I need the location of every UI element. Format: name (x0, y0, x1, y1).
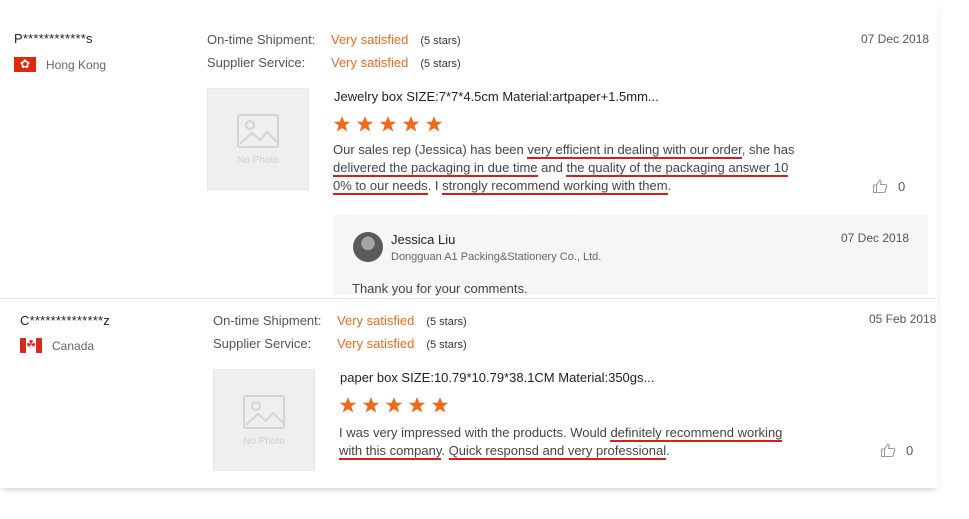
rating-label: On-time Shipment: (207, 32, 316, 47)
buyer-name: C**************z (20, 313, 110, 328)
image-placeholder-icon (237, 113, 279, 148)
buyer-name: P************s (14, 31, 93, 46)
canada-flag-icon (20, 337, 42, 354)
rating-stars-text: (5 stars) (426, 316, 467, 328)
rating-stars-text: (5 stars) (420, 35, 461, 47)
rating-stars-text: (5 stars) (420, 58, 461, 70)
rating-on-time-shipment: On-time Shipment: Very satisfied (5 star… (213, 313, 467, 328)
star-icon (379, 116, 397, 132)
reply-author-name: Jessica Liu (391, 232, 456, 247)
helpful-count: 0 (906, 442, 914, 458)
no-photo-label: No Photo (237, 154, 279, 166)
review-star-rating (333, 115, 448, 133)
star-icon (408, 397, 426, 413)
review-date: 05 Feb 2018 (869, 312, 937, 326)
star-icon (425, 116, 443, 132)
rating-value: Very satisfied (331, 32, 409, 47)
product-photo-placeholder[interactable]: No Photo (207, 88, 309, 190)
no-photo-label: No Photo (243, 435, 285, 447)
star-icon (333, 116, 351, 132)
thumbs-up-icon (872, 179, 888, 194)
helpful-button[interactable]: 0 (880, 442, 913, 458)
star-icon (402, 116, 420, 132)
review-text: Our sales rep (Jessica) has been very ef… (333, 142, 795, 195)
helpful-count: 0 (898, 178, 906, 194)
rating-value: Very satisfied (337, 336, 415, 351)
review-star-rating (339, 396, 454, 414)
star-icon (339, 397, 357, 413)
review-date: 07 Dec 2018 (861, 32, 930, 46)
rating-on-time-shipment: On-time Shipment: Very satisfied (5 star… (207, 32, 461, 47)
supplier-reply: Jessica Liu Dongguan A1 Packing&Statione… (333, 215, 928, 296)
star-icon (362, 397, 380, 413)
rating-value: Very satisfied (337, 313, 415, 328)
image-placeholder-icon (243, 394, 285, 429)
product-title-link[interactable]: paper box SIZE:10.79*10.79*38.1CM Materi… (340, 370, 654, 385)
star-icon (385, 397, 403, 413)
reply-text: Thank you for your comments. (352, 281, 528, 296)
rating-label: On-time Shipment: (213, 313, 322, 328)
review-text: I was very impressed with the products. … (339, 425, 783, 460)
hong-kong-flag-icon (14, 55, 36, 73)
buyer-country: Hong Kong (14, 55, 107, 73)
rating-supplier-service: Supplier Service: Very satisfied (5 star… (213, 336, 467, 351)
thumbs-up-icon (880, 443, 896, 458)
product-title-link[interactable]: Jewelry box SIZE:7*7*4.5cm Material:artp… (334, 89, 659, 104)
review-item: P************s Hong Kong On-time Shipmen… (0, 0, 938, 299)
star-icon (431, 397, 449, 413)
avatar (353, 232, 383, 262)
buyer-country: Canada (20, 337, 95, 354)
rating-value: Very satisfied (331, 55, 409, 70)
rating-label: Supplier Service: (213, 336, 312, 351)
reply-company: Dongguan A1 Packing&Stationery Co., Ltd. (391, 251, 602, 263)
rating-label: Supplier Service: (207, 55, 306, 70)
helpful-button[interactable]: 0 (872, 178, 905, 194)
review-item: C**************z Canada On-time Shipment… (0, 300, 938, 486)
country-label: Hong Kong (46, 57, 107, 72)
country-label: Canada (52, 338, 95, 353)
reviews-panel: P************s Hong Kong On-time Shipmen… (0, 0, 938, 488)
product-photo-placeholder[interactable]: No Photo (213, 369, 315, 471)
rating-supplier-service: Supplier Service: Very satisfied (5 star… (207, 55, 461, 70)
star-icon (356, 116, 374, 132)
rating-stars-text: (5 stars) (426, 339, 467, 351)
reply-date: 07 Dec 2018 (841, 231, 910, 245)
